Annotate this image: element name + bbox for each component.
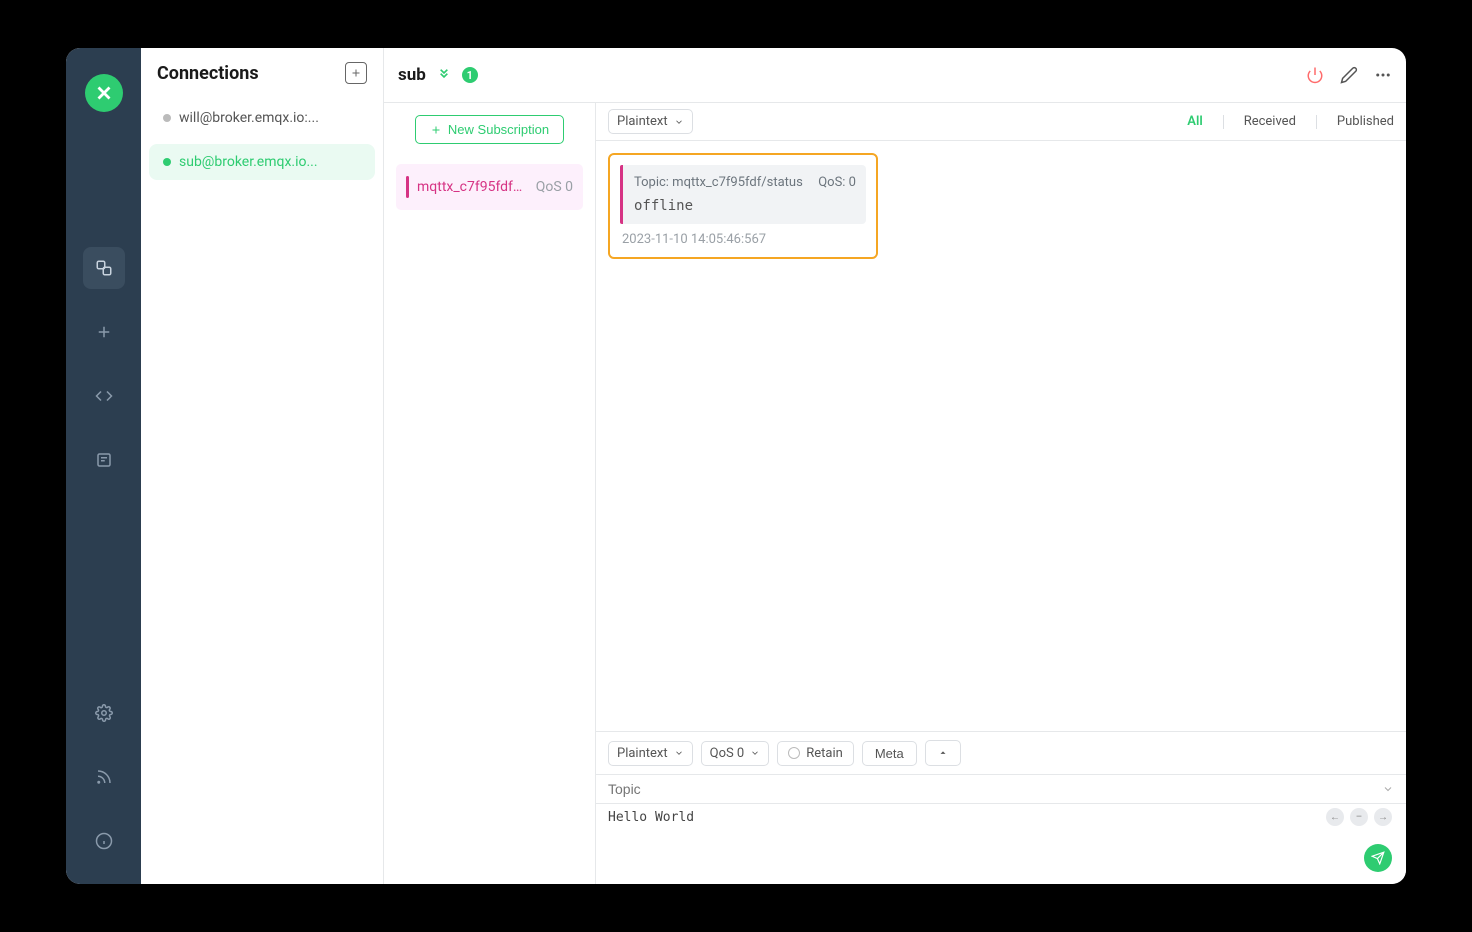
- messages-toolbar: Plaintext All Received Published: [596, 103, 1406, 141]
- subscription-item[interactable]: mqttx_c7f95fdf/... QoS 0: [396, 164, 583, 210]
- topic-input[interactable]: [596, 774, 1406, 804]
- publish-qos-label: QoS 0: [710, 746, 745, 761]
- publish-panel: Plaintext QoS 0 Retain Meta: [596, 731, 1406, 884]
- message-count-badge: 1: [462, 67, 478, 83]
- status-dot-icon: [163, 114, 171, 122]
- nav-add-icon[interactable]: [83, 311, 125, 353]
- app-logo: [85, 74, 123, 112]
- retain-toggle[interactable]: Retain: [777, 741, 854, 766]
- message-timestamp: 2023-11-10 14:05:46:567: [620, 232, 866, 247]
- disconnect-button[interactable]: [1306, 66, 1324, 84]
- history-prev-button[interactable]: ←: [1326, 808, 1344, 826]
- subscription-color-bar: [406, 176, 409, 198]
- connection-item-sub[interactable]: sub@broker.emqx.io...: [149, 144, 375, 180]
- nav-scripts-icon[interactable]: [83, 375, 125, 417]
- subscription-topic: mqttx_c7f95fdf/...: [417, 179, 528, 195]
- publish-format-label: Plaintext: [617, 746, 668, 761]
- status-dot-icon: [163, 158, 171, 166]
- new-subscription-button[interactable]: New Subscription: [415, 115, 564, 144]
- message-item-highlighted[interactable]: Topic: mqttx_c7f95fdf/status QoS: 0 offl…: [608, 153, 878, 259]
- publish-qos-select[interactable]: QoS 0: [701, 741, 770, 766]
- nav-log-icon[interactable]: [83, 439, 125, 481]
- message-payload: offline: [634, 198, 856, 214]
- payload-input[interactable]: [596, 804, 1406, 884]
- edit-button[interactable]: [1340, 66, 1358, 84]
- main-area: sub 1: [384, 48, 1406, 884]
- subscriptions-panel: New Subscription mqttx_c7f95fdf/... QoS …: [384, 103, 596, 884]
- send-button[interactable]: [1364, 844, 1392, 872]
- main-header: sub 1: [384, 48, 1406, 103]
- filter-tab-all[interactable]: All: [1187, 114, 1202, 129]
- format-select[interactable]: Plaintext: [608, 109, 693, 134]
- message-color-bar: [620, 165, 623, 224]
- connections-title: Connections: [157, 63, 259, 84]
- new-subscription-label: New Subscription: [448, 122, 549, 137]
- connection-label: will@broker.emqx.io:...: [179, 110, 319, 126]
- collapse-icon[interactable]: [436, 65, 452, 85]
- message-qos: QoS: 0: [818, 175, 856, 190]
- filter-tab-received[interactable]: Received: [1244, 114, 1296, 129]
- connection-label: sub@broker.emqx.io...: [179, 154, 318, 170]
- nav-feed-icon[interactable]: [83, 756, 125, 798]
- history-next-button[interactable]: →: [1374, 808, 1392, 826]
- nav-rail: [66, 48, 141, 884]
- connection-name: sub: [398, 65, 426, 85]
- add-connection-button[interactable]: [345, 62, 367, 84]
- expand-button[interactable]: [925, 740, 961, 766]
- more-menu-button[interactable]: [1374, 66, 1392, 84]
- publish-format-select[interactable]: Plaintext: [608, 741, 693, 766]
- meta-button[interactable]: Meta: [862, 741, 917, 766]
- retain-label: Retain: [806, 746, 843, 761]
- nav-settings-icon[interactable]: [83, 692, 125, 734]
- messages-list: Topic: mqttx_c7f95fdf/status QoS: 0 offl…: [596, 141, 1406, 731]
- history-controls: ← – →: [1326, 808, 1392, 826]
- subscription-qos: QoS 0: [536, 179, 573, 195]
- chevron-down-icon[interactable]: [1382, 780, 1394, 799]
- nav-info-icon[interactable]: [83, 820, 125, 862]
- filter-tab-published[interactable]: Published: [1337, 114, 1394, 129]
- format-select-label: Plaintext: [617, 114, 668, 129]
- connections-panel: Connections will@broker.emqx.io:... sub@…: [141, 48, 384, 884]
- retain-radio-icon: [788, 747, 800, 759]
- message-topic: Topic: mqttx_c7f95fdf/status: [634, 175, 803, 190]
- history-clear-button[interactable]: –: [1350, 808, 1368, 826]
- connection-item-will[interactable]: will@broker.emqx.io:...: [149, 100, 375, 136]
- nav-connections-icon[interactable]: [83, 247, 125, 289]
